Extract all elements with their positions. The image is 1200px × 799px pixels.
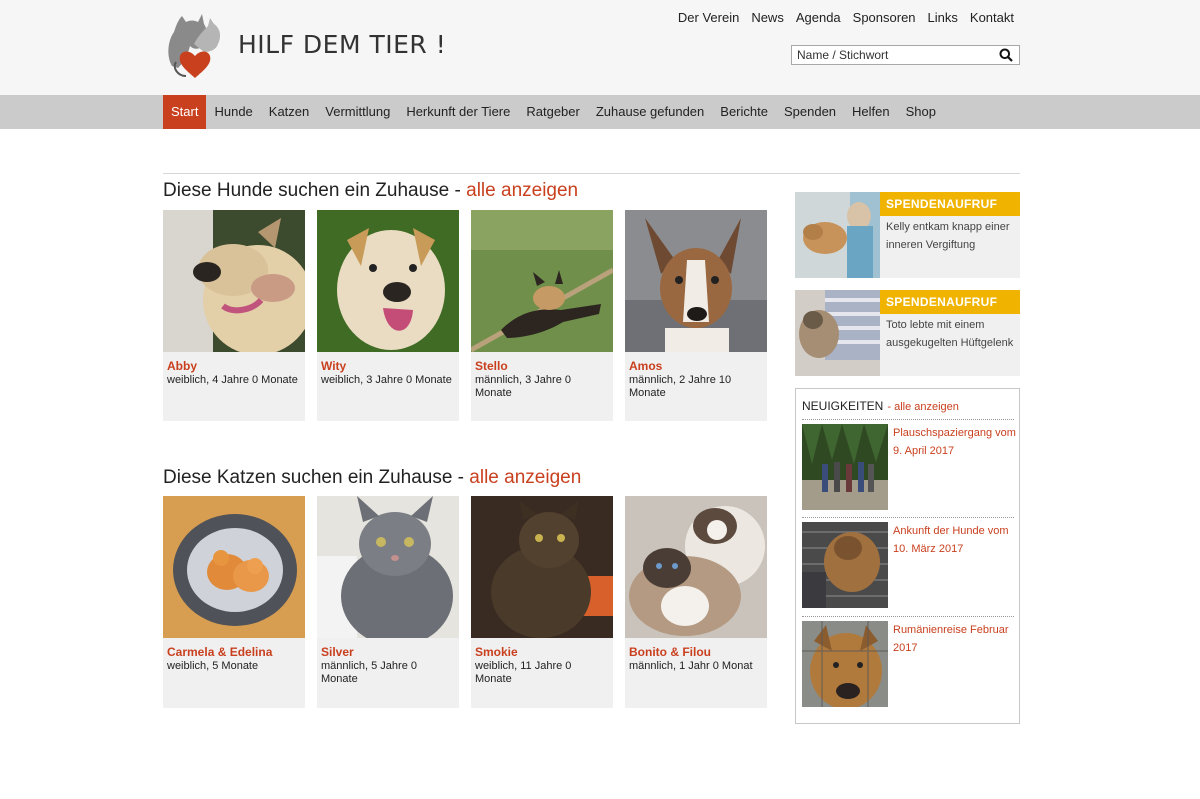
cat-name[interactable]: Smokie (471, 638, 613, 660)
news-show-all-link[interactable]: - alle anzeigen (887, 401, 959, 413)
news-box: NEUIGKEITEN - alle anzeigen Plauschspazie… (795, 388, 1020, 724)
cat-card-silver[interactable]: Silver männlich, 5 Jahre 0 Monate (317, 496, 459, 708)
top-nav-news[interactable]: News (751, 10, 784, 25)
dogs-section-title: Diese Hunde suchen ein Zuhause - alle an… (163, 180, 578, 202)
news-item[interactable]: Rumänienreise Februar 2017 (802, 621, 1014, 707)
nav-vermittlung[interactable]: Vermittlung (317, 95, 398, 129)
dog-card-amos[interactable]: Amos männlich, 2 Jahre 10 Monate (625, 210, 767, 421)
cats-title-text: Diese Katzen suchen ein Zuhause - (163, 467, 465, 488)
brand-name[interactable]: HILF DEM TIER ! (238, 30, 446, 59)
news-item[interactable]: Ankunft der Hunde vom 10. März 2017 (802, 522, 1014, 608)
cat-photo-smokie[interactable] (471, 496, 613, 638)
search-input[interactable] (792, 46, 987, 64)
donation-text[interactable]: Toto lebte mit einem ausgekugelten Hüftg… (886, 316, 1020, 352)
donation-appeal-kelly[interactable]: SPENDENAUFRUF Kelly entkam knapp einer i… (795, 192, 1020, 278)
dog-name[interactable]: Abby (163, 352, 305, 374)
nav-start[interactable]: Start (163, 95, 207, 129)
news-photo-walk[interactable] (802, 424, 888, 510)
cat-info: männlich, 1 Jahr 0 Monat (629, 660, 753, 672)
nav-ratgeber[interactable]: Ratgeber (518, 95, 587, 129)
cat-info: weiblich, 11 Jahre 0 Monate (475, 660, 572, 685)
news-item[interactable]: Plauschspaziergang vom 9. April 2017 (802, 424, 1017, 510)
news-text[interactable]: Plauschspaziergang vom 9. April 2017 (893, 424, 1017, 460)
dog-name[interactable]: Wity (317, 352, 459, 374)
dogs-title-text: Diese Hunde suchen ein Zuhause - (163, 180, 461, 201)
cat-photo-silver[interactable] (317, 496, 459, 638)
main-navigation: Start Hunde Katzen Vermittlung Herkunft … (0, 95, 1200, 129)
nav-berichte[interactable]: Berichte (712, 95, 776, 129)
donation-appeal-toto[interactable]: SPENDENAUFRUF Toto lebte mit einem ausge… (795, 290, 1020, 376)
nav-shop[interactable]: Shop (898, 95, 944, 129)
top-navigation: Der Verein News Agenda Sponsoren Links K… (678, 10, 1014, 25)
top-nav-sponsoren[interactable]: Sponsoren (853, 10, 916, 25)
cat-info: männlich, 5 Jahre 0 Monate (321, 660, 417, 685)
dog-info: männlich, 3 Jahre 0 Monate (475, 374, 571, 399)
dog-photo-wity[interactable] (317, 210, 459, 352)
dog-info: weiblich, 3 Jahre 0 Monate (321, 374, 452, 386)
search-box (791, 45, 1020, 65)
news-separator (802, 517, 1014, 518)
dog-card-stello[interactable]: Stello männlich, 3 Jahre 0 Monate (471, 210, 613, 421)
nav-helfen[interactable]: Helfen (844, 95, 898, 129)
logo[interactable] (164, 6, 226, 78)
donation-photo-toto[interactable] (795, 290, 880, 376)
dog-photo-stello[interactable] (471, 210, 613, 352)
donation-tag: SPENDENAUFRUF (880, 192, 1020, 216)
site-header: HILF DEM TIER ! Der Verein News Agenda S… (0, 0, 1200, 95)
cat-photo-bonito-filou[interactable] (625, 496, 767, 638)
cat-photo-carmela-edelina[interactable] (163, 496, 305, 638)
cat-card-carmela-edelina[interactable]: Carmela & Edelina weiblich, 5 Monate (163, 496, 305, 708)
search-icon[interactable] (999, 48, 1013, 62)
top-nav-der-verein[interactable]: Der Verein (678, 10, 739, 25)
cat-info: weiblich, 5 Monate (167, 660, 259, 672)
news-separator (802, 419, 1014, 420)
news-photo-dogs-arrival[interactable] (802, 522, 888, 608)
logo-icon (168, 14, 221, 78)
dog-name[interactable]: Stello (471, 352, 613, 374)
news-title: NEUIGKEITEN (802, 399, 884, 413)
donation-text[interactable]: Kelly entkam knapp einer inneren Vergift… (886, 218, 1020, 254)
cat-card-bonito-filou[interactable]: Bonito & Filou männlich, 1 Jahr 0 Monat (625, 496, 767, 708)
top-nav-kontakt[interactable]: Kontakt (970, 10, 1014, 25)
news-separator (802, 616, 1014, 617)
news-text[interactable]: Rumänienreise Februar 2017 (893, 621, 1017, 657)
nav-zuhause-gefunden[interactable]: Zuhause gefunden (588, 95, 712, 129)
nav-spenden[interactable]: Spenden (776, 95, 844, 129)
donation-tag: SPENDENAUFRUF (880, 290, 1020, 314)
cat-name[interactable]: Bonito & Filou (625, 638, 767, 660)
cat-card-smokie[interactable]: Smokie weiblich, 11 Jahre 0 Monate (471, 496, 613, 708)
dog-photo-abby[interactable] (163, 210, 305, 352)
news-header: NEUIGKEITEN - alle anzeigen (802, 399, 959, 413)
news-photo-romania-trip[interactable] (802, 621, 888, 707)
cats-show-all-link[interactable]: alle anzeigen (469, 467, 581, 488)
cats-section-title: Diese Katzen suchen ein Zuhause - alle a… (163, 467, 581, 489)
divider (163, 173, 1020, 174)
dog-name[interactable]: Amos (625, 352, 767, 374)
cat-name[interactable]: Silver (317, 638, 459, 660)
dog-photo-amos[interactable] (625, 210, 767, 352)
cat-name[interactable]: Carmela & Edelina (163, 638, 305, 660)
nav-hunde[interactable]: Hunde (206, 95, 260, 129)
news-text[interactable]: Ankunft der Hunde vom 10. März 2017 (893, 522, 1017, 558)
donation-photo-kelly[interactable] (795, 192, 880, 278)
nav-herkunft[interactable]: Herkunft der Tiere (398, 95, 518, 129)
dog-card-wity[interactable]: Wity weiblich, 3 Jahre 0 Monate (317, 210, 459, 421)
top-nav-agenda[interactable]: Agenda (796, 10, 841, 25)
dog-info: weiblich, 4 Jahre 0 Monate (167, 374, 298, 386)
dog-card-abby[interactable]: Abby weiblich, 4 Jahre 0 Monate (163, 210, 305, 421)
top-nav-links[interactable]: Links (928, 10, 958, 25)
dog-info: männlich, 2 Jahre 10 Monate (629, 374, 732, 399)
dogs-show-all-link[interactable]: alle anzeigen (466, 180, 578, 201)
nav-katzen[interactable]: Katzen (261, 95, 317, 129)
